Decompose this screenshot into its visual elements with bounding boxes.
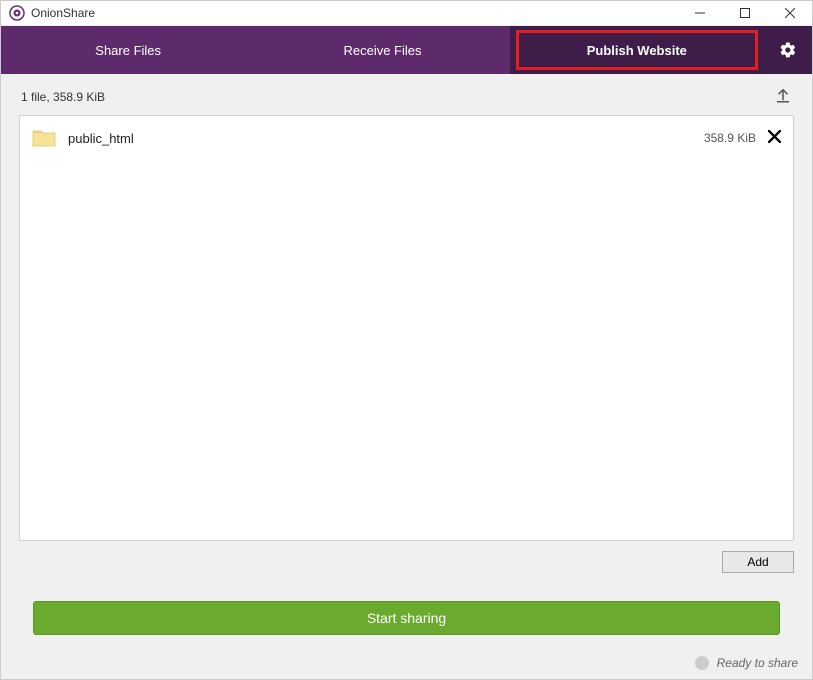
file-summary-row: 1 file, 358.9 KiB [19, 86, 794, 107]
window-minimize-button[interactable] [677, 1, 722, 26]
tab-label: Receive Files [343, 43, 421, 58]
tab-publish-website[interactable]: Publish Website [510, 26, 764, 74]
status-indicator-dot [695, 656, 709, 670]
add-button-row: Add [19, 551, 794, 573]
remove-file-button[interactable] [768, 130, 781, 146]
file-size: 358.9 KiB [704, 131, 756, 145]
upload-icon[interactable] [774, 86, 792, 107]
tab-label: Publish Website [587, 43, 687, 58]
file-list[interactable]: public_html 358.9 KiB [19, 115, 794, 541]
file-row[interactable]: public_html 358.9 KiB [20, 122, 793, 154]
start-sharing-button[interactable]: Start sharing [33, 601, 780, 635]
status-text: Ready to share [717, 656, 798, 670]
settings-button[interactable] [764, 26, 812, 74]
content-area: 1 file, 358.9 KiB public_html 358.9 KiB [1, 74, 812, 647]
window-title: OnionShare [31, 6, 95, 20]
folder-icon [32, 128, 56, 148]
main-tabs: Share Files Receive Files Publish Websit… [1, 26, 812, 74]
window-titlebar: OnionShare [1, 1, 812, 26]
app-icon [9, 5, 25, 21]
window-maximize-button[interactable] [722, 1, 767, 26]
file-summary-text: 1 file, 358.9 KiB [21, 90, 105, 104]
tab-label: Share Files [95, 43, 161, 58]
window-close-button[interactable] [767, 1, 812, 26]
start-button-row: Start sharing [19, 601, 794, 635]
tab-share-files[interactable]: Share Files [1, 26, 255, 74]
tab-receive-files[interactable]: Receive Files [255, 26, 509, 74]
add-button[interactable]: Add [722, 551, 794, 573]
file-name: public_html [68, 131, 134, 146]
gear-icon [779, 41, 797, 59]
status-bar: Ready to share [1, 647, 812, 679]
